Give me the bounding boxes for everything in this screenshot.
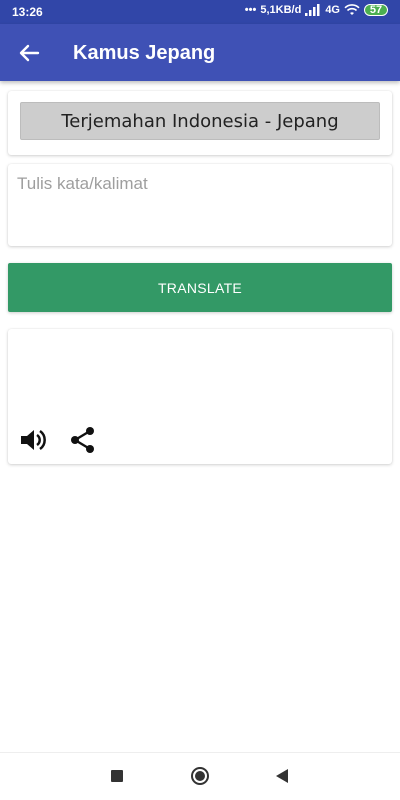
back-triangle-icon[interactable] bbox=[276, 769, 288, 783]
wifi-icon bbox=[344, 4, 360, 15]
text-input[interactable] bbox=[17, 174, 377, 234]
network-type: 4G bbox=[325, 4, 340, 16]
status-bar: 13:26 ••• 5,1KB/d 4G 57 bbox=[0, 0, 400, 24]
status-time: 13:26 bbox=[12, 5, 43, 19]
page-title: Kamus Jepang bbox=[73, 42, 216, 64]
home-circle-icon[interactable] bbox=[191, 767, 209, 785]
cell-signal-icon bbox=[305, 4, 320, 16]
share-icon[interactable] bbox=[68, 425, 98, 455]
notification-dots-icon: ••• bbox=[244, 4, 257, 16]
battery-level: 57 bbox=[369, 4, 383, 16]
language-card: Terjemahan Indonesia - Jepang bbox=[8, 91, 392, 155]
app-bar: Kamus Jepang bbox=[0, 24, 400, 81]
system-nav-bar bbox=[0, 752, 400, 800]
input-card bbox=[8, 164, 392, 246]
language-direction-button[interactable]: Terjemahan Indonesia - Jepang bbox=[20, 102, 380, 140]
status-indicators: ••• 5,1KB/d 4G 57 bbox=[245, 4, 388, 16]
translate-button[interactable]: TRANSLATE bbox=[8, 263, 392, 312]
speaker-icon[interactable] bbox=[18, 425, 48, 455]
network-speed: 5,1KB/d bbox=[260, 4, 302, 16]
recents-square-icon[interactable] bbox=[111, 770, 123, 782]
battery-icon: 57 bbox=[364, 4, 388, 16]
back-arrow-icon[interactable] bbox=[14, 38, 44, 68]
output-card bbox=[8, 329, 392, 464]
